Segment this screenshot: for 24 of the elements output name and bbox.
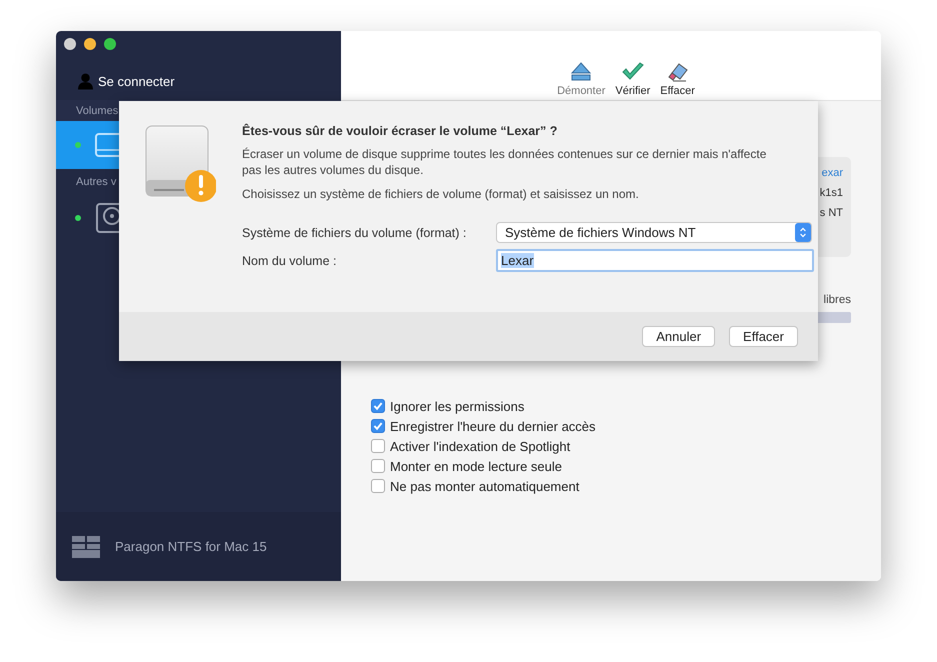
format-dropdown[interactable]: Système de fichiers Windows NT xyxy=(496,222,812,243)
option-label: Enregistrer l'heure du dernier accès xyxy=(390,418,596,434)
section-header: Volumes xyxy=(76,104,118,116)
section-header: Autres v xyxy=(76,176,116,188)
erase-confirm-button[interactable]: Effacer xyxy=(729,326,798,347)
option-label: Monter en mode lecture seule xyxy=(390,458,562,474)
sign-in-button[interactable]: Se connecter xyxy=(77,69,175,93)
format-label: Système de fichiers du volume (format) : xyxy=(242,226,468,240)
verify-button[interactable]: Vérifier xyxy=(615,62,650,100)
info-text: exar xyxy=(822,167,843,179)
dialog-title: Êtes-vous sûr de vouloir écraser le volume “Lexar” ? xyxy=(242,124,558,138)
info-text: s NT xyxy=(820,207,843,219)
erase-button[interactable]: Effacer xyxy=(660,62,695,100)
app-name: Paragon NTFS for Mac 15 xyxy=(115,539,267,554)
cancel-button[interactable]: Annuler xyxy=(642,326,716,347)
dialog-message: Écraser un volume de disque supprime toutes les données contenues sur ce dernier mais n'affecte pas les autres volumes du disque. xyxy=(242,146,768,178)
option-label: Activer l'indexation de Spotlight xyxy=(390,438,570,454)
option-label: Ignorer les permissions xyxy=(390,398,524,414)
free-space-label: libres xyxy=(824,294,851,306)
volume-name-field[interactable]: Lexar xyxy=(496,249,814,272)
name-label: Nom du volume : xyxy=(242,254,338,268)
dialog-message: Choisissez un système de fichiers de volume (format) et saisissez un nom. xyxy=(242,186,640,202)
option-label: Ne pas monter automatiquement xyxy=(390,478,580,494)
info-text: k1s1 xyxy=(820,187,843,199)
